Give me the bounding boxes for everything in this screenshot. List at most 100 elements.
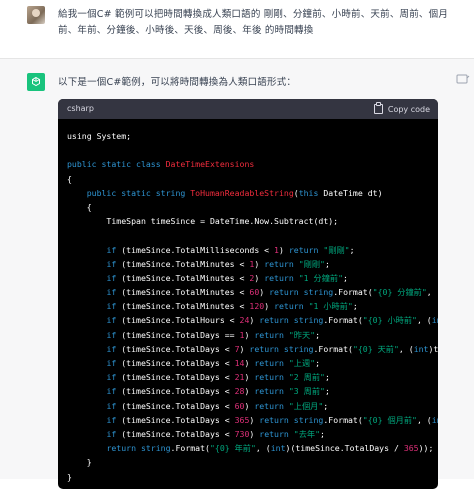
code-token: ) [254, 258, 265, 269]
user-message-text: 給我一個C# 範例可以把時間轉換成人類口語的 剛剛、分鐘前、小時前、天前、周前、… [58, 9, 449, 36]
code-token: )(timeSince.TotalDays / [285, 443, 404, 454]
copy-code-button[interactable]: Copy code [373, 102, 430, 116]
code-token: ) [244, 400, 255, 411]
code-token: ; [352, 301, 358, 312]
code-line: { [67, 200, 438, 214]
code-token: if [106, 428, 122, 439]
code-token: return string [259, 414, 324, 425]
code-token: 60 [249, 287, 260, 298]
code-token: "上個月" [288, 400, 324, 411]
code-line: if (timeSince.TotalMinutes < 2) return "… [67, 271, 438, 285]
code-token: int [413, 343, 429, 354]
code-token: (timeSince.TotalDays < [121, 358, 235, 368]
code-token: ; [324, 258, 330, 269]
code-token: ) [244, 358, 255, 368]
code-token: "1 小時前" [308, 301, 353, 312]
code-token: if [106, 244, 122, 255]
code-token: (timeSince.TotalDays < [121, 400, 235, 411]
code-line: TimeSpan timeSince = DateTime.Now.Subtra… [67, 214, 438, 228]
code-token: if [106, 386, 122, 397]
assistant-message-row: 以下是一個C#範例，可以將時間轉換為人類口語形式： csharp Copy co… [0, 58, 474, 489]
code-line: if (timeSince.TotalDays < 7) return stri… [67, 342, 438, 356]
code-line: if (timeSince.TotalDays < 28) return "3 … [67, 384, 438, 398]
code-token: (timeSince.TotalDays < [121, 386, 235, 397]
code-token: ) [259, 287, 270, 298]
code-token: "{0} 小時前" [362, 315, 417, 326]
code-token: return [254, 386, 289, 397]
code-token: if [106, 372, 122, 383]
code-token: ) [249, 315, 260, 326]
code-token: ; [320, 428, 325, 439]
code-token: 365 [403, 443, 419, 454]
code-token: (timeSince.TotalDays < [121, 372, 235, 383]
code-token: TimeSpan timeSince = DateTime.Now.Subtra… [67, 216, 339, 227]
code-token: 24 [239, 315, 250, 326]
code-line: if (timeSince.TotalMinutes < 60) return … [67, 285, 438, 299]
code-token: return string [259, 315, 324, 326]
code-token: if [106, 414, 122, 425]
code-token: (timeSince.TotalDays < [121, 414, 235, 425]
code-token: return [254, 400, 289, 411]
code-token: 60 [234, 400, 245, 411]
code-token: .Format( [313, 343, 353, 354]
code-token: ; [323, 400, 329, 411]
code-token: "3 周前" [288, 386, 325, 397]
code-token: , ( [416, 315, 432, 326]
code-token: (timeSince.TotalMinutes < [121, 301, 250, 312]
code-token: ; [315, 329, 321, 340]
code-line: if (timeSince.TotalMilliseconds < 1) ret… [67, 243, 438, 257]
code-token: return string [269, 287, 334, 298]
code-token: ) [244, 386, 255, 397]
code-line: return string.Format("{0} 年前", (int)(tim… [67, 441, 438, 455]
code-token: , ( [416, 414, 432, 425]
code-token: .Format( [323, 315, 363, 326]
code-token: .Format( [323, 414, 363, 425]
code-token: "去年" [293, 428, 321, 439]
code-token: (timeSince.TotalDays == [121, 329, 240, 340]
code-token: } [67, 471, 72, 482]
code-token: "昨天" [288, 329, 316, 340]
code-header: csharp Copy code [58, 99, 438, 119]
code-token: if [106, 343, 122, 354]
code-token: return [264, 258, 299, 269]
code-token: (timeSince.TotalDays < [121, 428, 235, 439]
code-token: public static string [86, 187, 191, 198]
code-token: (timeSince.TotalMinutes < [121, 287, 250, 298]
code-token: ) [264, 301, 275, 312]
code-token: "2 周前" [288, 372, 325, 383]
code-line: } [67, 455, 438, 469]
code-token: "{0} 分鐘前" [372, 287, 427, 298]
code-token: ) [254, 272, 265, 283]
code-token: "{0} 個月前" [362, 414, 417, 425]
code-token: if [106, 358, 122, 368]
code-token: int [431, 414, 438, 425]
code-line: if (timeSince.TotalDays < 365) return st… [67, 413, 438, 427]
chatgpt-logo-icon [27, 73, 45, 91]
code-token: this [298, 187, 324, 198]
code-token: int [431, 315, 438, 326]
feedback-icon[interactable] [456, 73, 474, 87]
code-token: .Format( [333, 287, 373, 298]
code-token: 28 [234, 386, 245, 397]
code-token: DateTimeExtensions [165, 159, 255, 170]
code-token: if [106, 258, 122, 269]
code-token: return string [106, 443, 171, 454]
code-line: if (timeSince.TotalDays < 60) return "上個… [67, 399, 438, 413]
code-token: ToHumanReadableString [190, 187, 294, 198]
copy-code-label: Copy code [387, 104, 430, 114]
code-token: } [67, 457, 92, 468]
